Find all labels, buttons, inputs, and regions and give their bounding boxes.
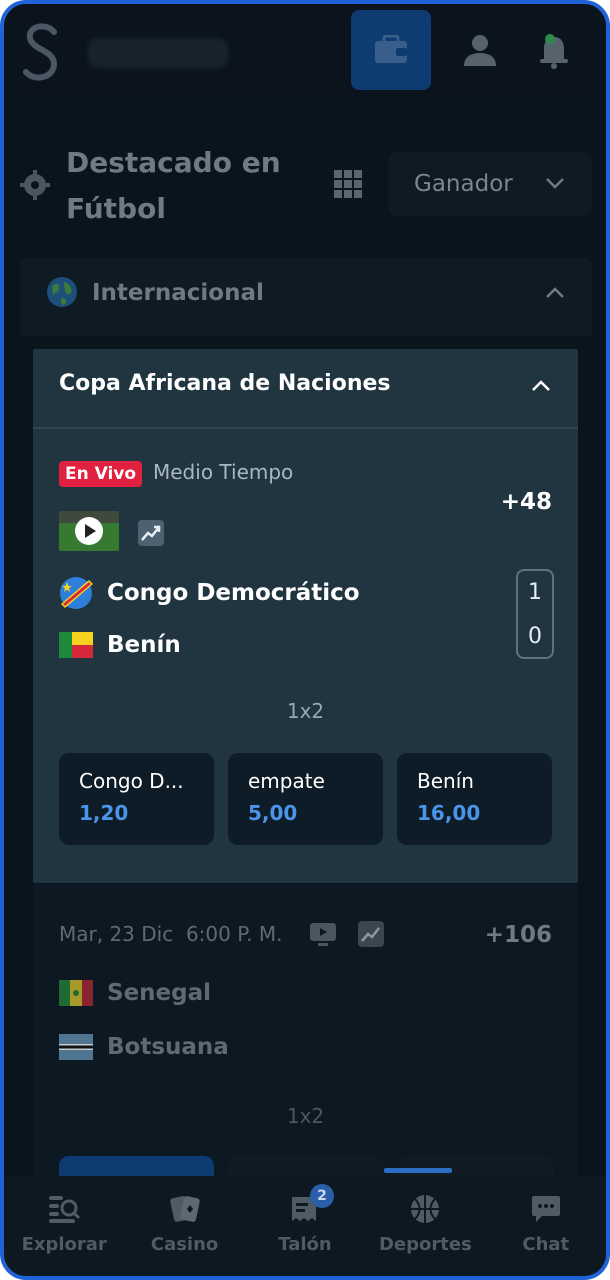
betslip-count-badge: 2 xyxy=(309,1184,334,1208)
chat-icon xyxy=(531,1196,560,1222)
stats-icon[interactable] xyxy=(137,519,165,547)
page-title: Destacado en Fútbol xyxy=(66,146,281,225)
chevron-down-icon xyxy=(546,178,564,189)
play-icon xyxy=(59,511,119,551)
live-badge: En Vivo xyxy=(59,461,143,487)
bottom-navigation: Explorar Casino 2 Talón Deportes Chat xyxy=(4,1176,606,1276)
home-team-name: Congo Democrático xyxy=(107,580,360,606)
odds-row: Congo D... 1,20 empate 5,00 Benín 16,00 xyxy=(59,753,552,845)
odd-label: empate xyxy=(248,769,325,793)
nav-item-explorar[interactable]: Explorar xyxy=(9,1176,119,1276)
more-markets-count[interactable]: +48 xyxy=(501,489,552,515)
odd-value: 1,20 xyxy=(79,801,129,825)
event-card-senegal-botsuana[interactable]: Mar, 23 Dic 6:00 P. M. +106 Senegal Bots… xyxy=(33,884,578,1186)
nav-active-indicator xyxy=(384,1168,452,1173)
settings-gear-icon[interactable] xyxy=(20,170,50,200)
match-status: Medio Tiempo xyxy=(153,460,294,484)
app-frame: Destacado en Fútbol Ganador Internaciona… xyxy=(0,0,610,1280)
odd-button-draw[interactable]: empate 5,00 xyxy=(228,753,383,845)
region-label: Internacional xyxy=(92,280,264,306)
nav-item-casino[interactable]: Casino xyxy=(130,1176,240,1276)
nav-item-deportes[interactable]: Deportes xyxy=(370,1176,480,1276)
market-selector-dropdown[interactable]: Ganador xyxy=(388,152,592,216)
odd-value: 16,00 xyxy=(417,801,481,825)
user-icon[interactable] xyxy=(460,30,500,70)
wallet-icon xyxy=(375,35,407,63)
market-type-label: 1x2 xyxy=(286,1104,325,1128)
cards-icon xyxy=(169,1196,200,1222)
bell-icon[interactable] xyxy=(534,30,574,70)
benin-flag-icon xyxy=(59,632,93,658)
odd-button-away[interactable]: Benín 16,00 xyxy=(397,753,552,845)
odd-button-home[interactable]: Congo D... 1,20 xyxy=(59,753,214,845)
dr-congo-flag-icon xyxy=(60,577,93,609)
home-team-row: Senegal xyxy=(59,980,211,1006)
chevron-up-icon xyxy=(546,287,564,298)
brand-logo-icon[interactable] xyxy=(20,20,64,86)
more-markets-count[interactable]: +106 xyxy=(485,922,552,948)
league-card: Copa Africana de Naciones En Vivo Medio … xyxy=(33,349,578,883)
league-header[interactable]: Copa Africana de Naciones xyxy=(33,349,578,429)
market-type-label: 1x2 xyxy=(286,699,325,723)
event-datetime: Mar, 23 Dic 6:00 P. M. xyxy=(59,922,282,946)
globe-icon xyxy=(47,277,77,307)
nav-label: Explorar xyxy=(21,1234,107,1255)
scoreboard: 1 0 xyxy=(516,569,554,659)
league-title: Copa Africana de Naciones xyxy=(59,371,391,396)
home-team-row: Congo Democrático xyxy=(59,573,360,613)
nav-label: Chat xyxy=(522,1234,570,1255)
region-internacional[interactable]: Internacional xyxy=(20,258,592,336)
event-date: Mar, 23 Dic xyxy=(59,922,174,946)
live-stream-thumbnail[interactable] xyxy=(59,511,119,551)
event-time: 6:00 P. M. xyxy=(185,922,283,946)
market-selector-label: Ganador xyxy=(414,171,513,197)
basketball-icon xyxy=(411,1195,440,1223)
odd-label: Congo D... xyxy=(79,769,184,793)
senegal-flag-icon xyxy=(59,980,93,1006)
away-team-name: Benín xyxy=(107,632,181,658)
nav-label: Casino xyxy=(150,1234,219,1255)
grid-view-icon[interactable] xyxy=(332,168,364,200)
nav-label: Talón xyxy=(278,1234,332,1255)
home-score: 1 xyxy=(528,580,542,605)
top-header xyxy=(4,4,606,100)
nav-label: Deportes xyxy=(378,1234,472,1255)
odd-label: Benín xyxy=(417,769,474,793)
stats-icon xyxy=(358,921,384,947)
balance-display[interactable] xyxy=(88,38,228,68)
away-score: 0 xyxy=(528,624,542,649)
botswana-flag-icon xyxy=(59,1034,93,1060)
nav-item-talon[interactable]: 2 Talón xyxy=(250,1176,360,1276)
away-team-row: Benín xyxy=(59,625,181,665)
nav-item-chat[interactable]: Chat xyxy=(491,1176,601,1276)
tv-icon xyxy=(310,923,336,946)
away-team-name: Botsuana xyxy=(107,1034,229,1060)
away-team-row: Botsuana xyxy=(59,1034,229,1060)
explore-icon xyxy=(49,1196,81,1223)
wallet-button[interactable] xyxy=(351,10,431,90)
chevron-up-icon xyxy=(532,380,550,391)
odd-value: 5,00 xyxy=(248,801,298,825)
home-team-name: Senegal xyxy=(107,980,212,1006)
